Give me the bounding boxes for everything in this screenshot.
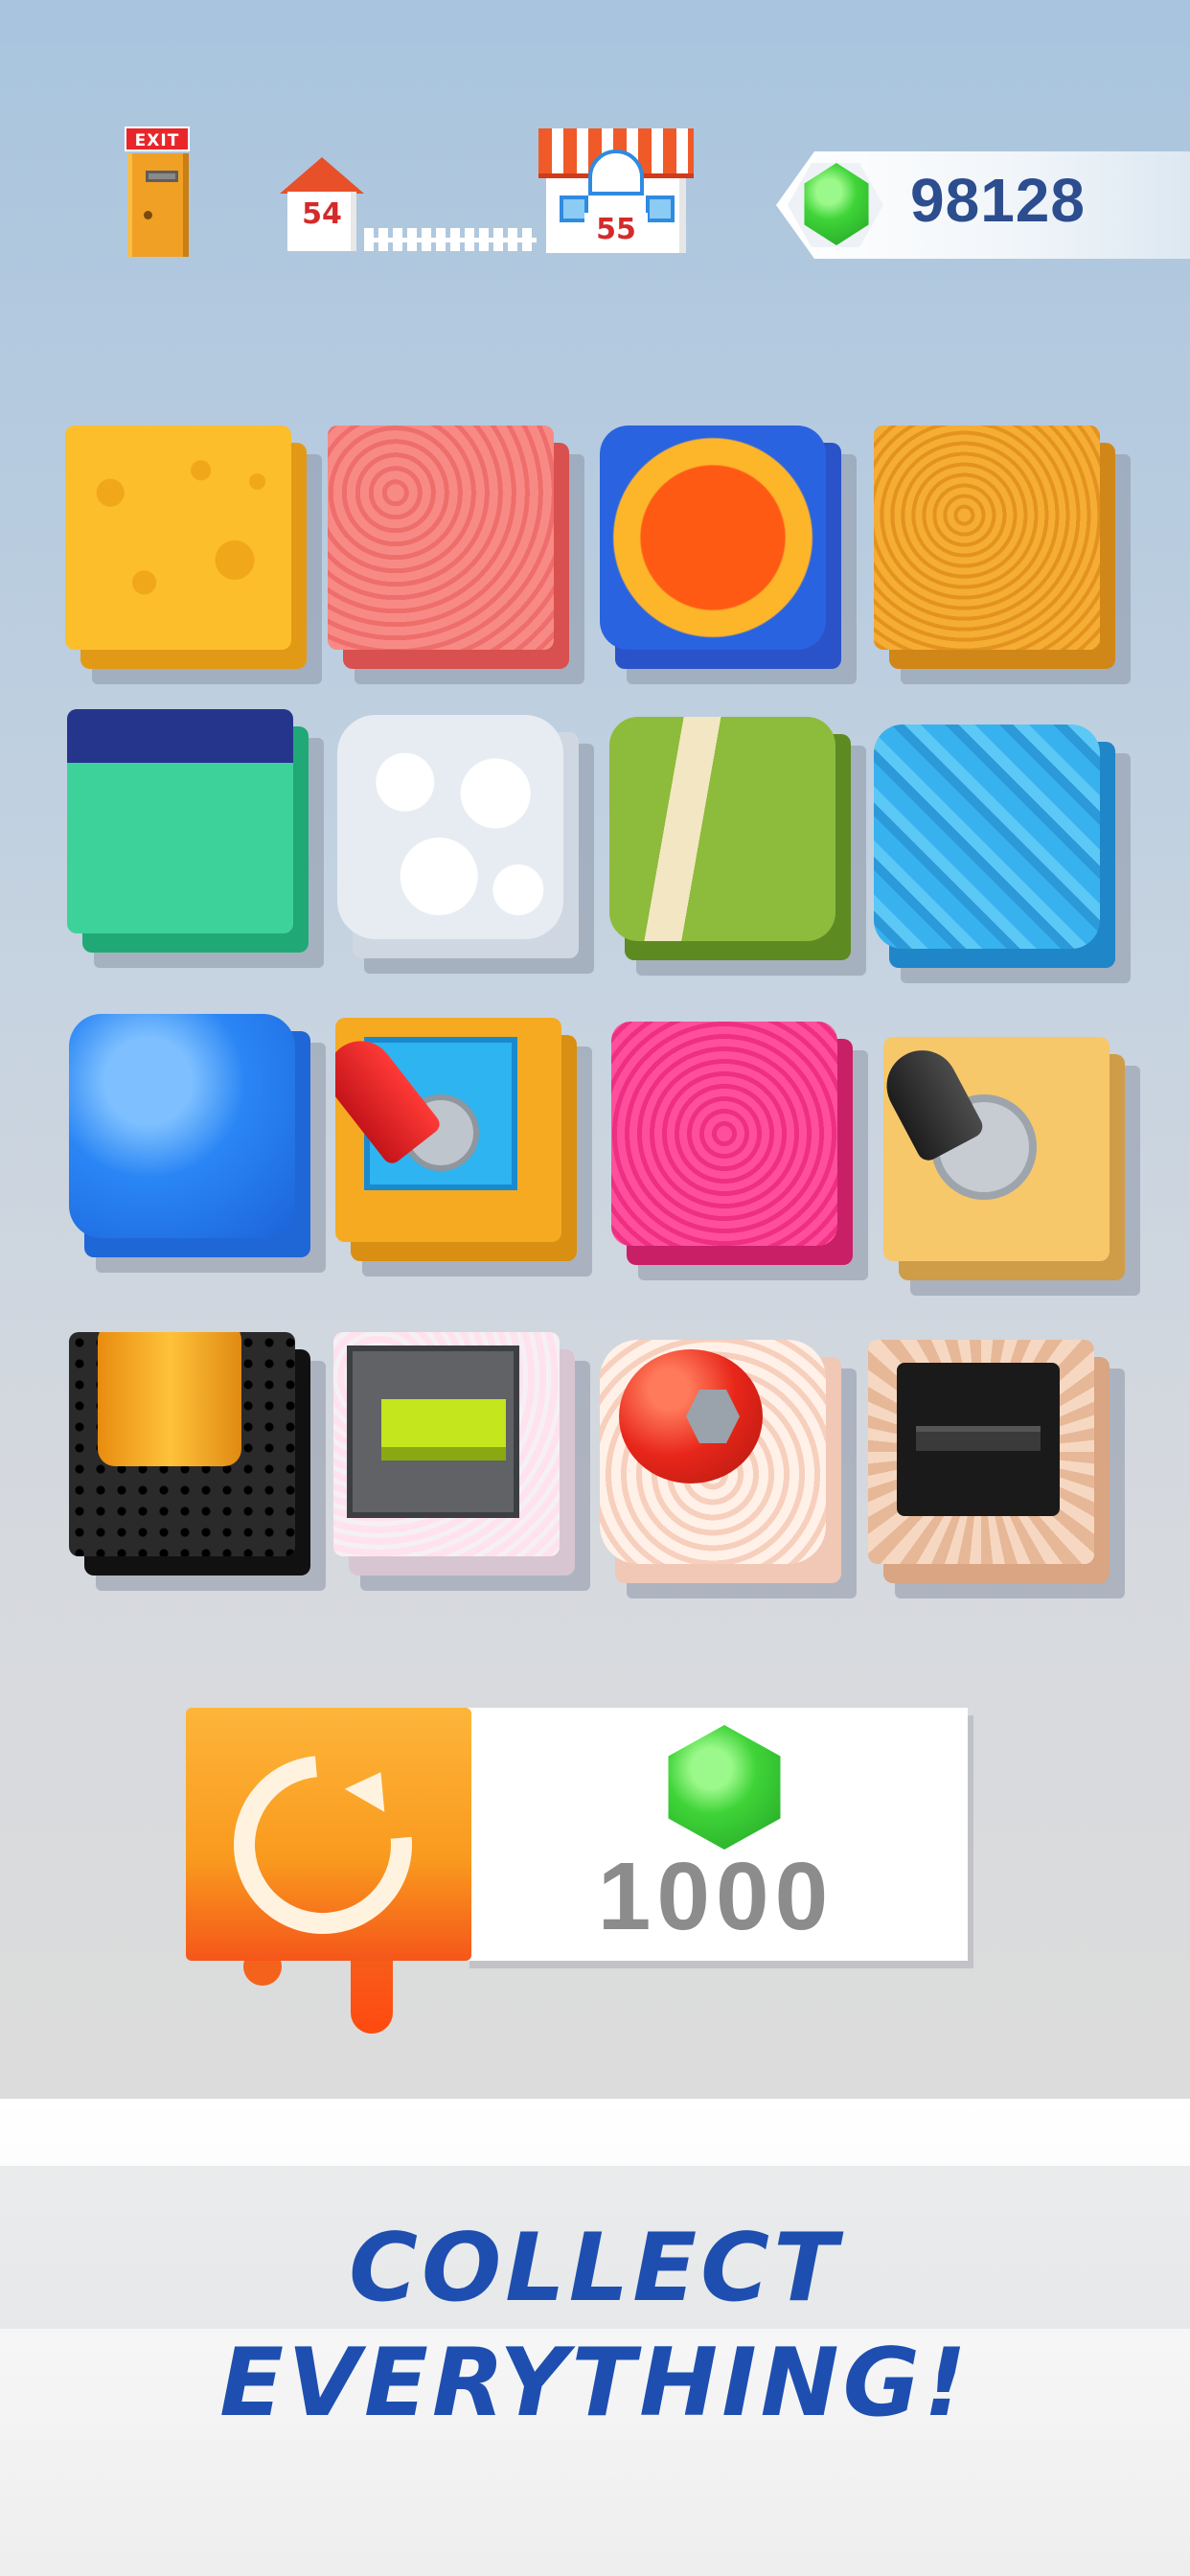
headline-line-1: COLLECT: [349, 2214, 841, 2323]
item-pink-fluffy[interactable]: [328, 426, 584, 684]
item-orange-knob[interactable]: [69, 1332, 326, 1591]
current-level-number: 54: [302, 197, 342, 231]
item-lime-lever[interactable]: [333, 1332, 590, 1591]
exit-button[interactable]: EXIT: [125, 126, 190, 257]
door-icon: [127, 153, 189, 257]
item-orange-sponge[interactable]: [874, 426, 1131, 684]
next-level-house-icon: 55: [538, 128, 694, 253]
item-blue-jelly[interactable]: [69, 1014, 326, 1273]
item-red-joystick[interactable]: [335, 1018, 592, 1276]
unlock-price: 1000: [597, 1843, 835, 1950]
item-green-sponge[interactable]: [67, 709, 324, 968]
next-level-number: 55: [584, 213, 648, 246]
level-progress: 54 55: [276, 125, 698, 259]
refresh-icon: [196, 1718, 449, 1971]
fence-progress-bar: [364, 228, 537, 251]
item-cheese-sponge[interactable]: [65, 426, 322, 684]
item-red-ball-nut[interactable]: [600, 1340, 857, 1598]
item-strap-sponge[interactable]: [609, 717, 866, 976]
item-pink-berry[interactable]: [611, 1022, 868, 1280]
unlock-random-button[interactable]: 1000: [186, 1708, 973, 2034]
refresh-panel: [186, 1708, 471, 1971]
item-pompom[interactable]: [600, 426, 857, 684]
exit-label: EXIT: [125, 126, 190, 151]
item-black-joystick[interactable]: [883, 1037, 1140, 1296]
current-level-house-icon: 54: [280, 157, 364, 253]
collection-grid: [57, 412, 1140, 1620]
gem-count: 98128: [910, 166, 1086, 235]
item-black-switch[interactable]: [868, 1340, 1125, 1598]
headline-line-2: EVERYTHING!: [219, 2329, 971, 2438]
item-blue-ribbon[interactable]: [874, 724, 1131, 983]
gem-counter: 98128: [776, 151, 1190, 259]
item-bubbles[interactable]: [337, 715, 594, 974]
